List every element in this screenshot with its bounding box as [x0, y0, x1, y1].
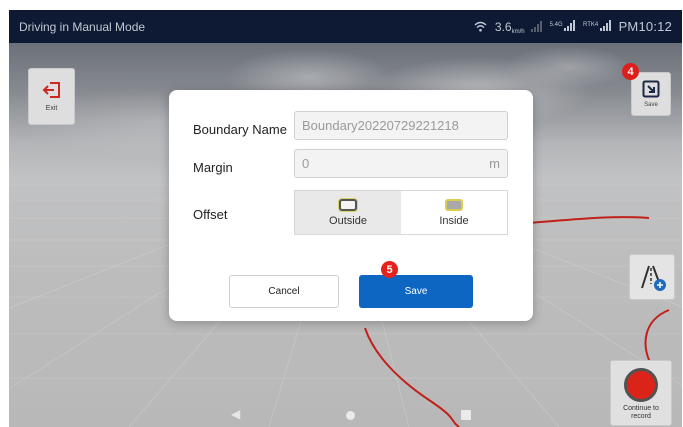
app-screen: Driving in Manual Mode 3.6km/h 5.4G RTK4… — [9, 10, 682, 427]
cancel-button[interactable]: Cancel — [229, 275, 339, 308]
outside-icon — [339, 198, 357, 211]
save-boundary-dialog: Boundary Name Boundary20220729221218 Mar… — [169, 90, 533, 321]
offset-label: Offset — [193, 207, 228, 222]
step-marker-5: 5 — [381, 261, 398, 278]
margin-label: Margin — [193, 160, 233, 175]
inside-icon — [445, 198, 463, 211]
boundary-name-label: Boundary Name — [193, 122, 287, 137]
margin-unit: m — [489, 156, 500, 171]
offset-inside-label: Inside — [439, 214, 469, 227]
boundary-name-field[interactable]: Boundary20220729221218 — [294, 111, 508, 140]
save-button[interactable]: Save — [359, 275, 473, 308]
offset-outside-option[interactable]: Outside — [295, 191, 401, 234]
margin-value: 0 — [302, 156, 310, 171]
offset-outside-label: Outside — [329, 214, 367, 227]
margin-field[interactable]: 0 m — [294, 149, 508, 178]
offset-inside-option[interactable]: Inside — [401, 191, 507, 234]
offset-toggle: Outside Inside — [294, 190, 508, 235]
